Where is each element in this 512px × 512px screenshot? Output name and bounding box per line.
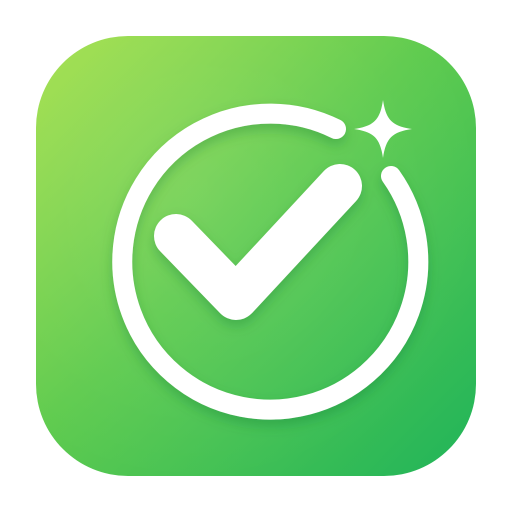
app-icon-graphic — [36, 36, 476, 476]
app-icon[interactable] — [36, 36, 476, 476]
canvas — [0, 0, 512, 512]
